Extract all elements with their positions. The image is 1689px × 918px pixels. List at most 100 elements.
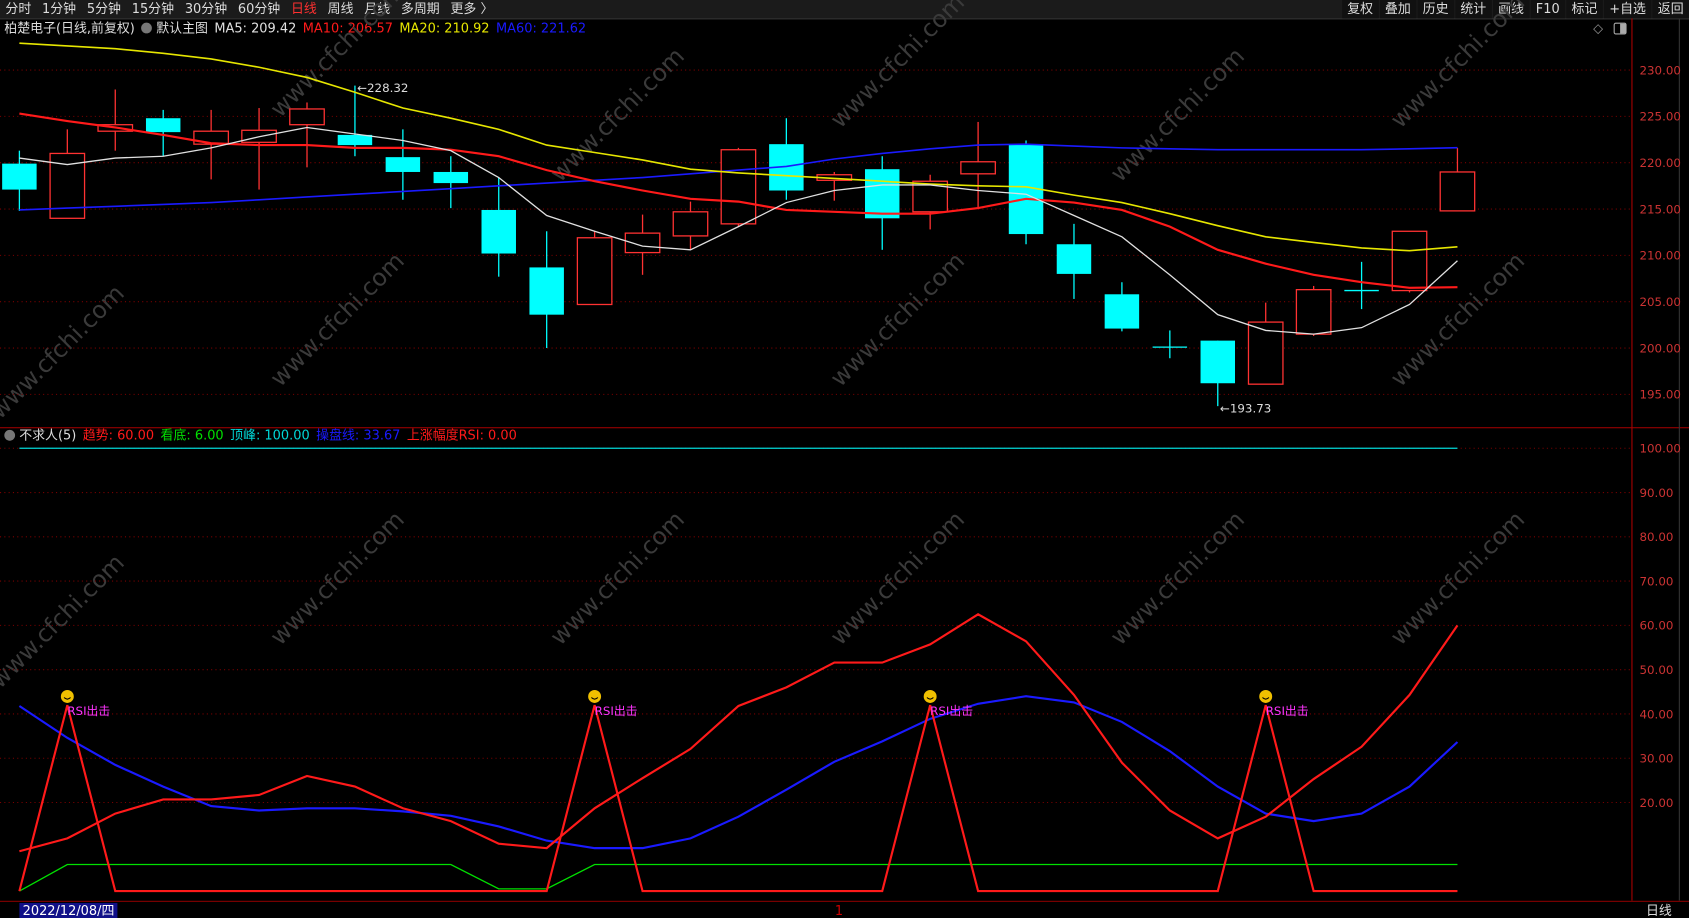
price-annotation: ←193.73: [1220, 402, 1271, 416]
tab-0[interactable]: 分时: [0, 0, 37, 18]
price-axis-label: 225.00: [1639, 110, 1680, 124]
tab-9[interactable]: 多周期: [396, 0, 446, 18]
candle: [481, 177, 516, 277]
peak-value: 顶峰: 100.00: [230, 427, 310, 443]
watermark: www.cfchi.com: [0, 548, 130, 693]
tab-5[interactable]: 60分钟: [233, 0, 286, 18]
tab-2[interactable]: 5分钟: [81, 0, 126, 18]
candle: [816, 171, 853, 201]
watermark: www.cfchi.com: [1105, 42, 1250, 187]
tab-4[interactable]: 30分钟: [179, 0, 232, 18]
smiley-icon: [60, 690, 74, 703]
candle: [1104, 282, 1140, 332]
candle: [672, 201, 709, 250]
ma5-value: MA5: 209.42: [214, 20, 297, 36]
panel-toggle-icon[interactable]: [1613, 22, 1627, 35]
price-annotation: ←228.32: [357, 81, 408, 95]
bottom-line: [19, 863, 1458, 892]
candle: [1247, 302, 1284, 385]
candle-body-up: [241, 129, 277, 143]
smiley-mouth: [1262, 697, 1270, 700]
tab-6[interactable]: 日线: [286, 0, 323, 18]
ma60-line: [19, 143, 1458, 211]
toolbar-button-3[interactable]: 统计: [1454, 0, 1492, 19]
main-legend: 柏楚电子(日线,前复权) 默认主图 MA5: 209.42 MA10: 206.…: [4, 20, 586, 36]
indicator-name[interactable]: 不求人(5): [19, 428, 76, 443]
candle: [1008, 140, 1044, 245]
tab-7[interactable]: 周线: [322, 0, 359, 18]
candle: [769, 118, 804, 200]
smiley-icon: [588, 690, 602, 703]
watermark: www.cfchi.com: [1385, 0, 1530, 134]
candle: [49, 129, 86, 219]
candle-body-up: [97, 124, 134, 132]
candle: [960, 121, 996, 209]
watermark: www.cfchi.com: [545, 505, 690, 650]
candle-body-up: [960, 161, 996, 175]
candle: [1439, 147, 1476, 212]
toolbar-buttons: 复权 叠加 历史 统计 画线 F10 标记 +自选 返回: [1341, 0, 1689, 19]
watermark: www.cfchi.com: [0, 279, 130, 424]
candle-body-down: [145, 118, 181, 133]
period-label: 日线: [1645, 902, 1672, 918]
tab-10[interactable]: 更多 〉: [445, 0, 499, 18]
diamond-icon[interactable]: ◇: [1593, 20, 1603, 35]
candle-body-down: [337, 134, 373, 146]
candle: [720, 147, 757, 227]
candle-body-down: [433, 171, 469, 184]
candle: [624, 214, 661, 275]
candle-body-down: [769, 144, 804, 191]
price-axis-label: 210.00: [1639, 249, 1680, 263]
dropdown-icon[interactable]: [141, 22, 153, 34]
smiley-icon: [923, 690, 937, 703]
template-name[interactable]: 默认主图: [156, 20, 208, 35]
candle: [433, 156, 469, 209]
rsi-signal-label: RSI出击: [1266, 704, 1309, 718]
candle-body-down: [481, 209, 516, 254]
watermark: www.cfchi.com: [545, 42, 690, 187]
candle-body-up: [816, 174, 853, 181]
candle-body-up: [672, 211, 709, 237]
candle: [912, 174, 949, 230]
rsi-signal-label: RSI出击: [595, 704, 638, 718]
candle: [1295, 285, 1332, 336]
toolbar-button-4[interactable]: 画线: [1492, 0, 1530, 19]
candle: [1056, 223, 1092, 299]
candle: [576, 231, 613, 306]
candle: [337, 85, 373, 157]
candle-body-down: [1008, 144, 1044, 235]
candle-body-down: [385, 157, 421, 172]
ma5-line: [19, 126, 1458, 335]
chart-canvas[interactable]: www.cfchi.com www.cfchi.com www.cfchi.com w…: [0, 0, 1689, 901]
bottom-value: 看底: 6.00: [160, 427, 224, 443]
candle: [1200, 340, 1236, 407]
price-axis-label: 230.00: [1639, 63, 1680, 77]
rsi-signal-label: RSI出击: [67, 704, 110, 718]
indicator-axis-label: 80.00: [1639, 530, 1673, 544]
toolbar-button-6[interactable]: 标记: [1566, 0, 1603, 19]
tab-1[interactable]: 1分钟: [37, 0, 82, 18]
toolbar-button-7[interactable]: +自选: [1603, 0, 1652, 19]
watermark: www.cfchi.com: [265, 247, 410, 392]
candle-body-down: [1104, 294, 1140, 329]
toolbar-button-1[interactable]: 叠加: [1379, 0, 1417, 19]
price-axis-label: 215.00: [1639, 202, 1680, 216]
toolbar-button-5[interactable]: F10: [1530, 0, 1566, 19]
watermark: www.cfchi.com: [1385, 247, 1530, 392]
period-tabs: 分时 1分钟 5分钟 15分钟 30分钟 60分钟 日线 周线 月线 多周期 更多 〉: [0, 0, 499, 18]
candle: [193, 109, 230, 180]
toolbar-button-2[interactable]: 历史: [1417, 0, 1454, 19]
candle: [241, 108, 277, 190]
indicator-axis-label: 40.00: [1639, 707, 1673, 721]
watermark: www.cfchi.com: [1105, 505, 1250, 650]
operate-value: 操盘线: 33.67: [316, 427, 401, 443]
tab-8[interactable]: 月线: [359, 0, 396, 18]
toolbar-button-0[interactable]: 复权: [1341, 0, 1379, 19]
candle-body-down: [2, 163, 37, 190]
toolbar-button-8[interactable]: 返回: [1652, 0, 1689, 19]
ma10-line: [19, 112, 1458, 289]
dropdown-icon[interactable]: [4, 429, 16, 441]
tab-3[interactable]: 15分钟: [126, 0, 179, 18]
candle-body-up: [624, 232, 661, 254]
candle-body-up: [1295, 289, 1332, 335]
